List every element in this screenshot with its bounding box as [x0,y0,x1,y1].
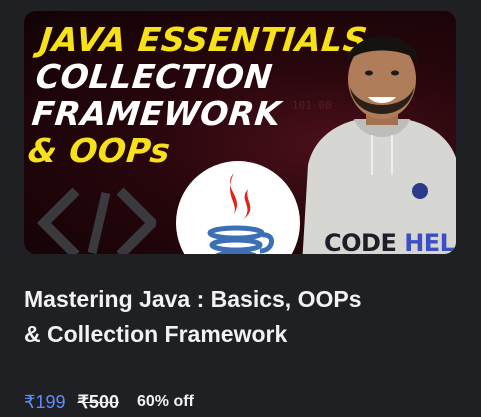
course-card[interactable]: 101 00 JAVA ESSENTIALS, COLLECTION FRAME… [0,0,481,417]
headline-line-1: JAVA ESSENTIALS, [37,20,383,59]
brand-help: HELP [404,229,456,254]
course-thumbnail[interactable]: 101 00 JAVA ESSENTIALS, COLLECTION FRAME… [24,11,456,254]
codehelp-brand-text: CODE HELP [324,229,456,254]
current-price: ₹199 [24,391,66,412]
java-logo-icon [207,173,274,254]
code-bracket-decoration [36,187,156,254]
thumbnail-headline: JAVA ESSENTIALS, COLLECTION FRAMEWORK & … [26,20,383,170]
java-logo-badge [176,161,300,254]
brand-code: CODE [324,229,397,254]
original-price: ₹500 [77,391,119,412]
course-title[interactable]: Mastering Java : Basics, OOPs & Collecti… [24,282,464,352]
headline-line-2: COLLECTION [33,57,275,96]
discount-label: 60% off [136,393,194,410]
course-title-line-2: & Collection Framework [24,321,288,347]
price-row: ₹199 ₹500 60% off [24,391,194,413]
headline-line-3: FRAMEWORK [30,94,283,133]
instructor-photo [302,36,456,254]
course-title-line-1: Mastering Java : Basics, OOPs [24,286,362,312]
